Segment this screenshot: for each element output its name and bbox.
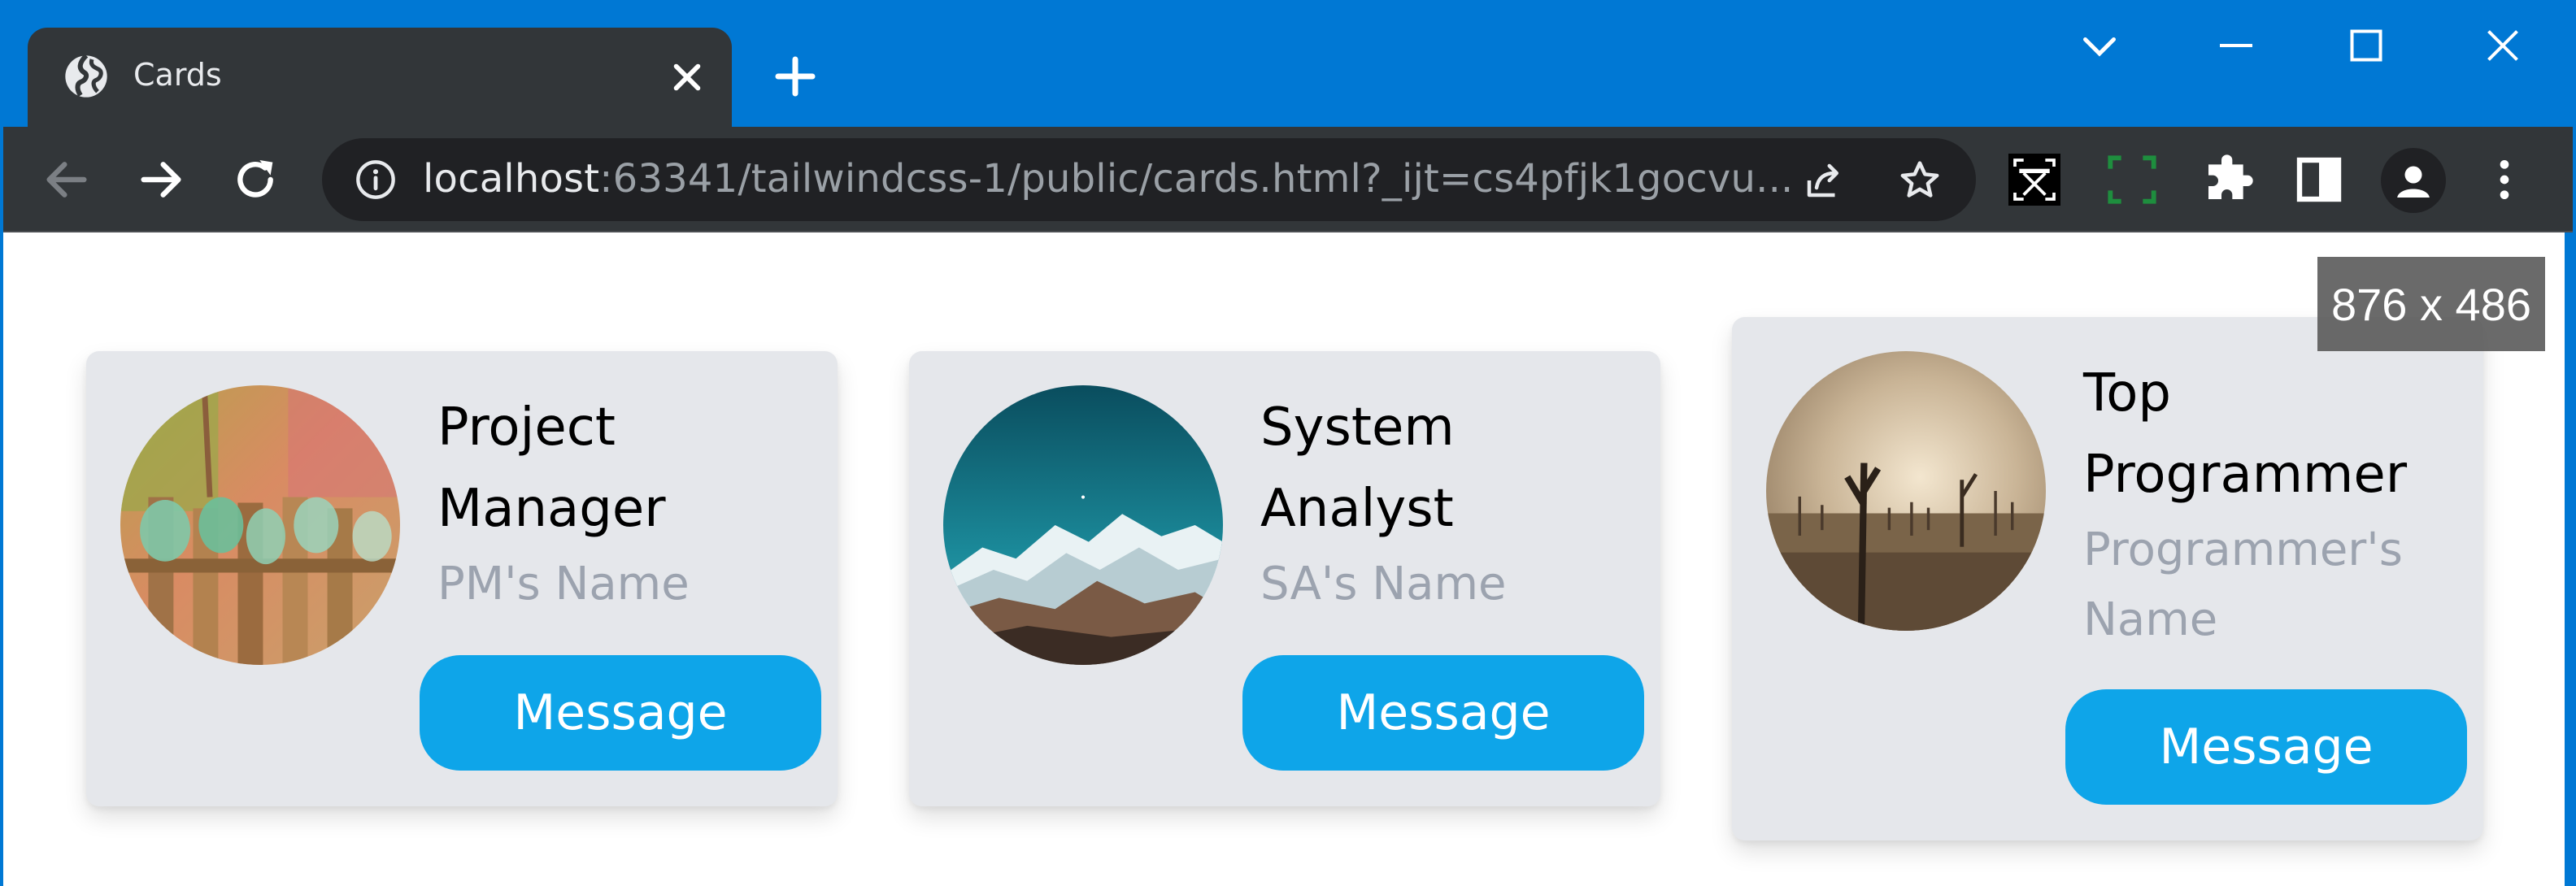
dead-trees-photo [1766, 351, 2046, 631]
plus-icon[interactable] [772, 54, 818, 99]
avatar[interactable] [2381, 148, 2446, 213]
reload-icon[interactable] [229, 154, 281, 206]
close-icon[interactable] [668, 59, 706, 96]
browser-titlebar: Cards [0, 0, 2576, 127]
arrow-right-icon[interactable] [135, 154, 187, 206]
maximize-icon[interactable] [2342, 21, 2391, 70]
arrow-left-icon[interactable] [41, 154, 93, 206]
glass-bottles-photo [120, 385, 400, 665]
mountain-photo [943, 385, 1223, 665]
globe-icon [65, 54, 107, 98]
profile-card-system-analyst: System Analyst SA's Name Message [909, 351, 1660, 806]
message-button[interactable]: Message [2065, 689, 2467, 805]
info-icon[interactable] [355, 159, 397, 201]
minimize-icon[interactable] [2212, 21, 2261, 70]
card-person-name: SA's Name [1260, 558, 1507, 610]
chevron-down-icon[interactable] [2075, 21, 2124, 70]
profile-photo [1766, 351, 2046, 631]
side-panel-icon[interactable] [2293, 154, 2345, 206]
url-host: localhost [423, 156, 600, 202]
card-person-name: PM's Name [437, 558, 690, 610]
url-path: :63341/tailwindcss-1/public/cards.html?_… [599, 156, 1794, 202]
profile-photo [120, 385, 400, 665]
page-viewport: Project Manager PM's Name Message System… [3, 232, 2565, 886]
browser-tab[interactable]: Cards [28, 28, 732, 127]
card-role-title: Project Manager [437, 397, 666, 539]
profile-icon [2397, 166, 2430, 198]
puzzle-icon[interactable] [2202, 154, 2254, 206]
star-icon[interactable] [1898, 159, 1942, 202]
share-icon[interactable] [1802, 159, 1846, 202]
browser-toolbar: localhost:63341/tailwindcss-1/public/car… [3, 127, 2573, 232]
viewport-size-readout: 876 x 486 [2317, 257, 2545, 351]
screen-capture-extension-icon[interactable] [2008, 154, 2060, 206]
message-button[interactable]: Message [420, 655, 821, 771]
card-role-title: Top Programmer [2083, 363, 2408, 505]
window-close-icon[interactable] [2478, 21, 2527, 70]
url-text[interactable]: localhost:63341/tailwindcss-1/public/car… [423, 156, 1793, 202]
kebab-menu-icon[interactable] [2478, 154, 2530, 206]
message-button[interactable]: Message [1242, 655, 1644, 771]
address-bar[interactable]: localhost:63341/tailwindcss-1/public/car… [322, 138, 1976, 221]
screenshot-extension-icon[interactable] [2106, 154, 2158, 206]
profile-photo [943, 385, 1223, 665]
tab-title: Cards [133, 57, 222, 93]
card-person-name: Programmer's Name [2083, 523, 2403, 646]
card-role-title: System Analyst [1260, 397, 1455, 539]
profile-card-top-programmer: Top Programmer Programmer's Name Message [1732, 317, 2483, 840]
profile-card-project-manager: Project Manager PM's Name Message [86, 351, 838, 806]
